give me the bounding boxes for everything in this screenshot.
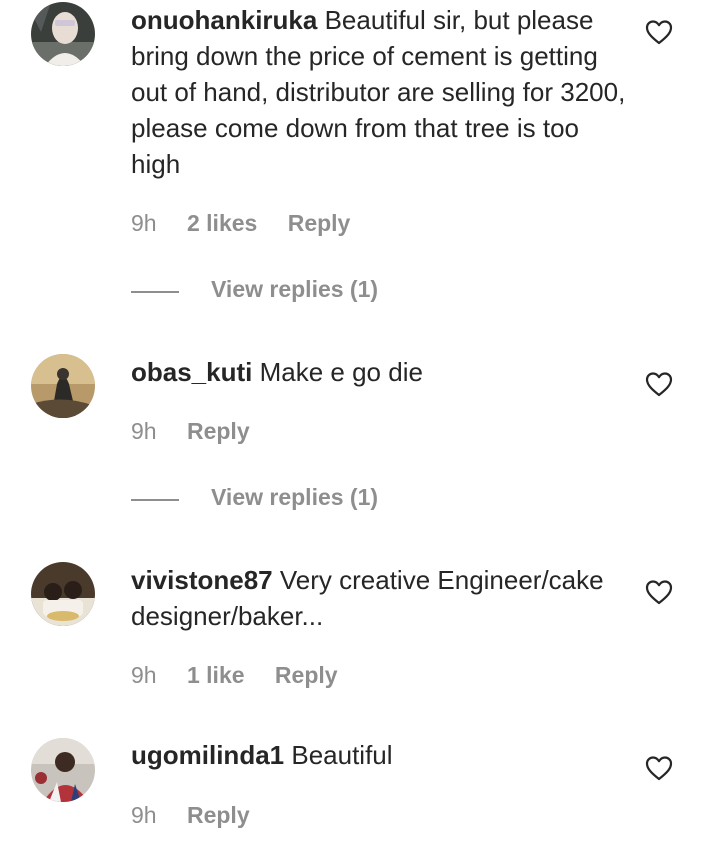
heart-outline-icon[interactable] <box>645 579 673 605</box>
comment-text: ugomilinda1 Beautiful <box>131 737 631 773</box>
heart-outline-icon[interactable] <box>645 371 673 397</box>
comment-meta: 9h 2 likes Reply <box>131 210 374 237</box>
reply-button[interactable]: Reply <box>187 802 250 828</box>
comment-meta: 9h Reply <box>131 802 274 829</box>
view-replies-button[interactable]: View replies (1) <box>211 276 378 303</box>
comment-username[interactable]: ugomilinda1 <box>131 740 284 770</box>
avatar[interactable] <box>31 2 95 66</box>
comment-body: Beautiful <box>291 740 393 770</box>
comment-username[interactable]: obas_kuti <box>131 357 252 387</box>
comment-likes[interactable]: 1 like <box>187 662 245 688</box>
avatar[interactable] <box>31 354 95 418</box>
comment-username[interactable]: vivistone87 <box>131 565 273 595</box>
comment-text: onuohankiruka Beautiful sir, but please … <box>131 2 631 182</box>
comment-time: 9h <box>131 210 157 236</box>
replies-divider <box>131 291 179 293</box>
reply-button[interactable]: Reply <box>288 210 351 236</box>
view-replies-button[interactable]: View replies (1) <box>211 484 378 511</box>
comment-meta: 9h Reply <box>131 418 274 445</box>
replies-divider <box>131 499 179 501</box>
comment-meta: 9h 1 like Reply <box>131 662 362 689</box>
comment-time: 9h <box>131 802 157 828</box>
comment-text: vivistone87 Very creative Engineer/cake … <box>131 562 631 634</box>
reply-button[interactable]: Reply <box>187 418 250 444</box>
avatar[interactable] <box>31 562 95 626</box>
comment-username[interactable]: onuohankiruka <box>131 5 317 35</box>
comment-body: Make e go die <box>259 357 423 387</box>
comment-time: 9h <box>131 418 157 444</box>
heart-outline-icon[interactable] <box>645 19 673 45</box>
comment-likes[interactable]: 2 likes <box>187 210 257 236</box>
comment-text: obas_kuti Make e go die <box>131 354 631 390</box>
reply-button[interactable]: Reply <box>275 662 338 688</box>
avatar[interactable] <box>31 738 95 802</box>
comment-time: 9h <box>131 662 157 688</box>
heart-outline-icon[interactable] <box>645 755 673 781</box>
